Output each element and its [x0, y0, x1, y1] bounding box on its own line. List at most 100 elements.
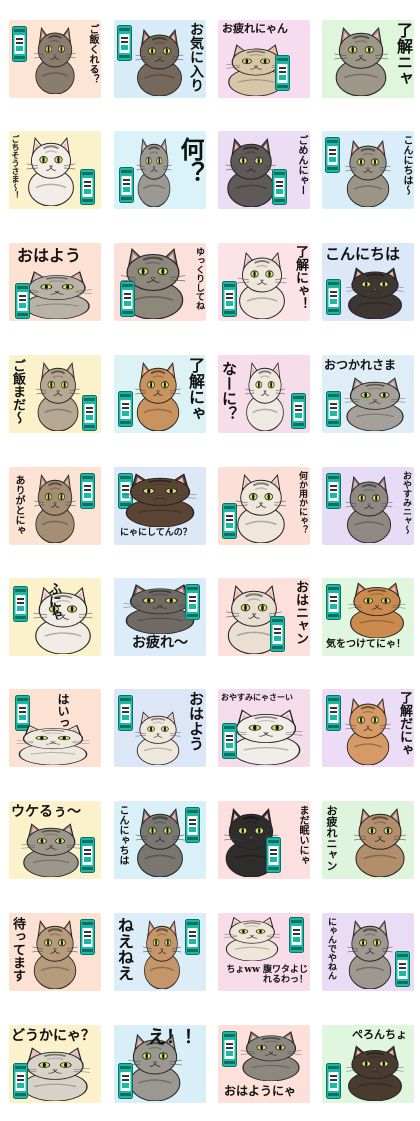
sticker-caption: お疲れにゃん	[222, 22, 288, 35]
cat-illustration	[132, 709, 184, 765]
cat-food-can-icon	[185, 919, 200, 955]
sticker-tile[interactable]: こんにちは〜	[322, 131, 414, 209]
sticker-caption: ねえねえ	[115, 917, 134, 981]
sticker-tile[interactable]: ご飯まだ〜	[9, 355, 101, 433]
sticker-tile[interactable]: ごちそうさま〜！	[9, 131, 101, 209]
sticker-tile[interactable]: おはよう	[9, 243, 101, 321]
sticker-tile[interactable]: 何か用かにゃ？	[218, 467, 310, 545]
cat-food-can-icon	[118, 1063, 133, 1099]
cat-illustration	[33, 359, 83, 431]
sticker-tile[interactable]: 了解にゃ！	[218, 243, 310, 321]
sticker-tile[interactable]: おやすみニャ〜	[322, 467, 414, 545]
cat-illustration	[31, 471, 79, 543]
sticker-tile[interactable]: まだ眠いにゃ	[218, 801, 310, 879]
sticker-tile[interactable]: ねえねえ	[114, 913, 206, 991]
cat-food-can-icon	[82, 395, 97, 431]
sticker-caption: ぺろんちょ	[352, 1028, 407, 1041]
cat-food-can-icon	[270, 616, 285, 652]
sticker-caption: ごちそうさま〜！	[11, 135, 21, 199]
sticker-tile[interactable]: ちょww 腹ワタよじれるわっ！	[218, 913, 310, 991]
sticker-tile[interactable]: なーに？	[218, 355, 310, 433]
sticker-tile[interactable]: 了解ニャ	[322, 20, 414, 98]
sticker-caption: ごめんにゃー	[296, 135, 307, 195]
sticker-caption: まだ眠いにゃ	[297, 805, 308, 865]
sticker-tile[interactable]: ぺろんちょ	[322, 1025, 414, 1103]
sticker-tile[interactable]: え！！	[114, 1025, 206, 1103]
cat-food-can-icon	[222, 1031, 237, 1067]
sticker-tile[interactable]: ごめんにゃー	[218, 131, 310, 209]
cat-illustration	[330, 24, 392, 96]
sticker-caption: おはようにゃ	[224, 1084, 297, 1098]
sticker-caption: ゆっくりしてね	[194, 247, 204, 310]
cat-food-can-icon	[80, 169, 95, 205]
sticker-tile[interactable]: お疲れニャン	[322, 801, 414, 879]
cat-food-can-icon	[222, 723, 237, 759]
sticker-caption: 気をつけてにゃ！	[326, 639, 406, 650]
sticker-tile[interactable]: 待ってます	[9, 913, 101, 991]
sticker-caption: お気に入り	[188, 22, 204, 92]
cat-food-can-icon	[272, 169, 287, 205]
sticker-tile[interactable]: おやすみにゃさーい	[218, 689, 310, 767]
sticker-tile[interactable]: 了解にゃ	[114, 355, 206, 433]
sticker-tile[interactable]: おはよう	[114, 689, 206, 767]
cat-illustration	[344, 917, 396, 989]
sticker-tile[interactable]: 何？	[114, 131, 206, 209]
cat-illustration	[11, 723, 95, 765]
sticker-caption: こんにゃちは	[117, 805, 128, 865]
sticker-caption: おはよう	[187, 691, 205, 751]
cat-food-can-icon	[326, 279, 341, 315]
sticker-tile[interactable]: 了解だにゃ	[322, 689, 414, 767]
sticker-tile[interactable]: はいっ！	[9, 689, 101, 767]
sticker-tile[interactable]: 気をつけてにゃ！	[322, 578, 414, 656]
cat-food-can-icon	[275, 55, 290, 91]
cat-illustration	[342, 1043, 408, 1101]
sticker-caption: 了解だにゃ	[397, 691, 412, 756]
cat-food-can-icon	[395, 951, 410, 987]
sticker-tile[interactable]: ウケるぅ〜	[9, 801, 101, 879]
cat-food-can-icon	[266, 837, 281, 873]
sticker-tile[interactable]: こんにちは	[322, 243, 414, 321]
cat-illustration	[118, 471, 202, 527]
cat-food-can-icon	[13, 586, 28, 622]
sticker-grid: ご飯くれる？ お気に入り お疲れにゃん 了解ニャ ごちそうさま〜！ 何？ ごめん…	[0, 0, 420, 1121]
sticker-caption: おはニャン	[293, 580, 308, 645]
sticker-caption: ちょww 腹ワタよじれるわっ！	[226, 965, 308, 986]
sticker-tile[interactable]: お気に入り	[114, 20, 206, 98]
sticker-tile[interactable]: ありがとにゃ	[9, 467, 101, 545]
sticker-tile[interactable]: ゆっくりしてね	[114, 243, 206, 321]
sticker-caption: ご飯まだ〜	[10, 359, 25, 424]
sticker-caption: え！！	[148, 1027, 202, 1048]
sticker-tile[interactable]: お疲れにゃん	[218, 20, 310, 98]
sticker-tile[interactable]: お疲れ〜	[114, 578, 206, 656]
sticker-tile[interactable]: どうかにゃ？	[9, 1025, 101, 1103]
sticker-caption: ご飯くれる？	[87, 24, 98, 84]
sticker-tile[interactable]: おはようにゃ	[218, 1025, 310, 1103]
cat-food-can-icon	[80, 837, 95, 873]
sticker-tile[interactable]: こんにゃちは	[114, 801, 206, 879]
sticker-caption: お疲れ〜	[132, 635, 188, 651]
cat-food-can-icon	[325, 137, 340, 173]
sticker-tile[interactable]: ご飯くれる？	[9, 20, 101, 98]
sticker-tile[interactable]: にゃにしてんの？	[114, 467, 206, 545]
cat-food-can-icon	[326, 473, 341, 509]
sticker-tile[interactable]: おはニャン	[218, 578, 310, 656]
cat-illustration	[134, 135, 174, 207]
sticker-caption: にゃにしてんの？	[120, 528, 192, 538]
sticker-caption: 了解ニャ	[394, 22, 413, 86]
cat-illustration	[342, 695, 394, 765]
cat-food-can-icon	[326, 584, 341, 620]
sticker-caption: おつかれさま	[324, 358, 397, 372]
sticker-caption: おやすみニャ〜	[401, 471, 411, 534]
cat-illustration	[23, 134, 79, 206]
cat-illustration	[220, 915, 284, 961]
sticker-tile[interactable]: おつかれさま	[322, 355, 414, 433]
cat-illustration	[132, 26, 187, 96]
sticker-tile[interactable]: にゃんでやねん	[322, 913, 414, 991]
cat-illustration	[342, 265, 408, 319]
cat-food-can-icon	[119, 167, 134, 203]
cat-food-can-icon	[326, 695, 341, 731]
sticker-caption: おやすみにゃさーい	[221, 692, 293, 702]
sticker-caption: こんにちは	[325, 245, 401, 263]
sticker-tile[interactable]: ふにゃ	[9, 578, 101, 656]
cat-food-can-icon	[291, 393, 306, 429]
